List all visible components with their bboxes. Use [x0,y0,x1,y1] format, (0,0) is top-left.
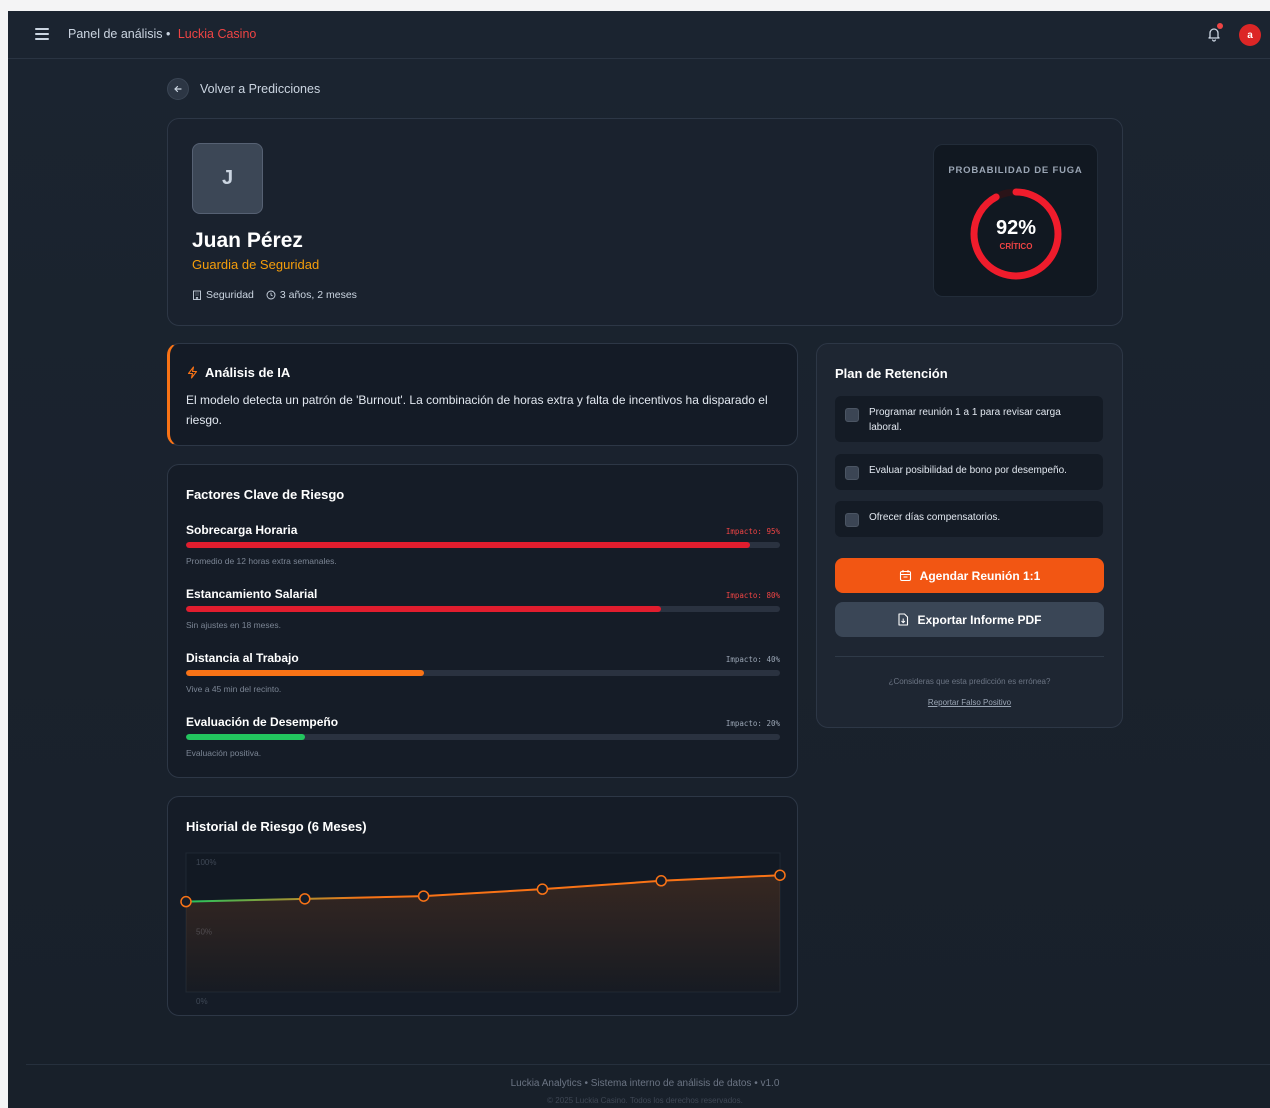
employee-avatar: J [192,143,263,214]
factor-bar-fill [186,606,662,612]
report-false-positive-link[interactable]: Reportar Falso Positivo [817,698,1122,707]
footer-text: Luckia Analytics • Sistema interno de an… [510,1078,780,1089]
factor-description: Promedio de 12 horas extra semanales. [186,556,337,566]
file-download-icon [898,613,909,626]
risk-point [536,883,549,895]
factor-name: Evaluación de Desempeño [186,715,339,729]
factor-bar-fill [186,734,305,740]
footer-copyright: © 2025 Luckia Casino. Todos los derechos… [547,1096,743,1105]
factor-description: Evaluación positiva. [186,748,262,758]
probability-status: CRÍTICO [999,242,1033,251]
department-label: Seguridad [206,289,254,301]
schedule-meeting-button[interactable]: Agendar Reunión 1:1 [835,558,1104,593]
y-tick-label: 0% [196,997,208,1006]
factor-description: Vive a 45 min del recinto. [186,684,282,694]
arrow-left-icon [167,78,189,100]
factor-bar-track [186,734,780,740]
task-checkbox[interactable] [845,408,859,422]
lightning-icon [187,366,198,379]
risk-history-card: Historial de Riesgo (6 Meses) 100%50%0% [167,796,798,1016]
back-link[interactable]: Volver a Predicciones [167,78,320,100]
risk-factors-title: Factores Clave de Riesgo [186,487,345,502]
task-checkbox[interactable] [845,513,859,527]
clock-icon [266,290,276,300]
probability-value: 92% [995,217,1037,239]
employee-role: Guardia de Seguridad [192,257,320,272]
app-window: Panel de análisis • Luckia Casino a Volv… [8,11,1270,1108]
risk-point [655,875,667,887]
ai-analysis-title: Análisis de IA [205,365,291,380]
schedule-meeting-label: Agendar Reunión 1:1 [919,568,1041,583]
risk-point [180,895,192,908]
export-pdf-label: Exportar Informe PDF [917,612,1042,627]
factor-description: Sin ajustes en 18 meses. [186,620,281,630]
employee-profile-card: J Juan Pérez Guardia de Seguridad Seguri… [167,118,1123,326]
factor-bar-track [186,606,780,612]
retention-plan-card: Plan de Retención Programar reunión 1 a … [816,343,1123,728]
risk-factors-card: Factores Clave de Riesgo Sobrecarga Hora… [167,464,798,778]
factor-impact: Impacto: 20% [725,719,780,728]
risk-factor: Evaluación de Desempeño Impacto: 20% Eva… [186,715,780,758]
ai-analysis-card: Análisis de IA El modelo detecta un patr… [167,343,798,446]
risk-point [417,890,430,902]
risk-factor: Distancia al Trabajo Impacto: 40% Vive a… [186,651,780,694]
brand-name[interactable]: Luckia Casino [178,27,257,41]
factor-name: Sobrecarga Horaria [186,523,298,537]
retention-task[interactable]: Evaluar posibilidad de bono por desempeñ… [835,454,1103,490]
breadcrumb: Panel de análisis • Luckia Casino [68,27,256,41]
calendar-icon [899,570,911,582]
factor-bar-track [186,542,780,548]
risk-point [774,869,786,881]
factor-name: Estancamiento Salarial [186,587,318,601]
risk-factor: Sobrecarga Horaria Impacto: 95% Promedio… [186,523,780,566]
notification-badge [1217,23,1223,29]
risk-point [299,893,311,905]
factor-bar-track [186,670,780,676]
retention-plan-title: Plan de Retención [835,366,948,381]
factor-impact: Impacto: 40% [725,655,780,664]
divider [835,656,1104,657]
employee-meta: Seguridad 3 años, 2 meses [192,289,357,301]
false-positive-question: ¿Consideras que esta predicción es errón… [888,677,1051,686]
top-bar: Panel de análisis • Luckia Casino a [8,11,1270,59]
retention-task[interactable]: Ofrecer días compensatorios. [835,501,1103,537]
y-tick-label: 100% [196,858,216,867]
tenure-info: 3 años, 2 meses [266,289,357,301]
task-label: Ofrecer días compensatorios. [869,512,1001,523]
factor-name: Distancia al Trabajo [186,651,299,665]
back-link-label: Volver a Predicciones [200,82,321,96]
factor-bar-fill [186,670,424,676]
ai-analysis-heading: Análisis de IA [186,365,290,380]
risk-factor: Estancamiento Salarial Impacto: 80% Sin … [186,587,780,630]
factor-bar-fill [186,542,751,548]
menu-icon[interactable] [35,28,49,40]
factor-impact: Impacto: 95% [725,527,780,536]
building-icon [193,290,201,300]
breadcrumb-label: Panel de análisis • [68,27,171,41]
churn-probability-panel: PROBABILIDAD DE FUGA 92% CRÍTICO [933,144,1098,297]
department-info: Seguridad [192,289,254,301]
probability-title: PROBABILIDAD DE FUGA [948,165,1083,176]
footer-divider [26,1064,1270,1065]
task-label: Evaluar posibilidad de bono por desempeñ… [869,465,1067,476]
task-label: Programar reunión 1 a 1 para revisar car… [869,407,1061,433]
tenure-label: 3 años, 2 meses [279,289,357,301]
task-checkbox[interactable] [845,466,859,480]
export-pdf-button[interactable]: Exportar Informe PDF [835,602,1104,637]
retention-task[interactable]: Programar reunión 1 a 1 para revisar car… [835,396,1103,442]
probability-gauge: 92% CRÍTICO [967,185,1065,283]
factor-impact: Impacto: 80% [725,591,780,600]
user-avatar[interactable]: a [1239,24,1261,46]
employee-name: Juan Pérez [192,229,303,252]
ai-analysis-text: El modelo detecta un patrón de 'Burnout'… [186,393,768,427]
risk-history-chart: 100%50%0% [180,852,786,1006]
